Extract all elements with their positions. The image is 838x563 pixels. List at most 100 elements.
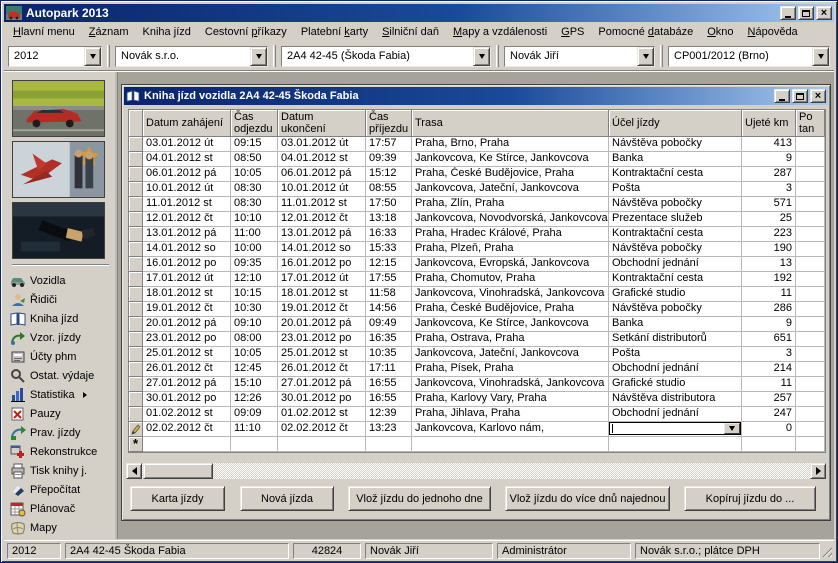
sidebar-item-ucty-phm[interactable]: Účty phm	[10, 348, 76, 366]
cell-purpose[interactable]: Kontraktační cesta	[609, 272, 742, 287]
cell-start-date[interactable]	[143, 437, 231, 452]
header-refuel[interactable]: Potan	[796, 110, 825, 137]
row-selector[interactable]	[129, 272, 143, 287]
cell-purpose[interactable]: Obchodní jednání	[609, 257, 742, 272]
cell-departure-time[interactable]: 12:10	[231, 272, 278, 287]
cell-refuel[interactable]	[796, 362, 825, 377]
cell-start-date[interactable]: 02.02.2012 čt	[143, 422, 231, 437]
menu-item[interactable]: Silniční daň	[375, 24, 446, 40]
cell-end-date[interactable]: 30.01.2012 po	[278, 392, 366, 407]
row-selector[interactable]	[129, 332, 143, 347]
cell-end-date[interactable]: 02.02.2012 čt	[278, 422, 366, 437]
cell-departure-time[interactable]: 09:09	[231, 407, 278, 422]
cell-departure-time[interactable]: 08:30	[231, 182, 278, 197]
cell-start-date[interactable]: 01.02.2012 st	[143, 407, 231, 422]
horizontal-scrollbar[interactable]	[126, 463, 826, 479]
doc-close-button[interactable]: ×	[810, 89, 826, 103]
cell-end-date[interactable]: 11.01.2012 st	[278, 197, 366, 212]
cell-purpose[interactable]: Návštěva pobočky	[609, 302, 742, 317]
cell-km[interactable]: 651	[742, 332, 796, 347]
row-selector[interactable]	[129, 302, 143, 317]
table-row[interactable]: 11.01.2012 st 08:30 11.01.2012 st 17:50 …	[129, 197, 825, 212]
cell-arrival-time[interactable]: 17:11	[366, 362, 412, 377]
cell-start-date[interactable]: 04.01.2012 st	[143, 152, 231, 167]
cell-purpose[interactable]: Banka	[609, 317, 742, 332]
menu-item[interactable]: Platební karty	[294, 24, 375, 40]
cell-km[interactable]: 0	[742, 422, 796, 437]
table-row-new[interactable]: *	[129, 437, 825, 452]
header-row-selector[interactable]	[129, 110, 143, 137]
cell-departure-time[interactable]: 15:10	[231, 377, 278, 392]
cell-end-date[interactable]: 25.01.2012 st	[278, 347, 366, 362]
cell-start-date[interactable]: 18.01.2012 st	[143, 287, 231, 302]
cell-route[interactable]	[412, 437, 609, 452]
cell-km[interactable]: 190	[742, 242, 796, 257]
cell-km[interactable]: 247	[742, 407, 796, 422]
cell-departure-time[interactable]: 10:15	[231, 287, 278, 302]
cell-arrival-time[interactable]: 16:35	[366, 332, 412, 347]
row-selector[interactable]	[129, 362, 143, 377]
cell-refuel[interactable]	[796, 197, 825, 212]
logbook-title-bar[interactable]: Kniha jízd vozidla 2A4 42-45 Škoda Fabia…	[124, 87, 828, 105]
cell-refuel[interactable]	[796, 332, 825, 347]
row-selector[interactable]	[129, 287, 143, 302]
cell-purpose[interactable]: Setkání distributorů	[609, 332, 742, 347]
cell-start-date[interactable]: 03.01.2012 út	[143, 137, 231, 152]
cell-km[interactable]: 25	[742, 212, 796, 227]
cell-refuel[interactable]	[796, 167, 825, 182]
cell-departure-time[interactable]: 10:05	[231, 347, 278, 362]
sidebar-item-statistika[interactable]: Statistika	[10, 386, 87, 404]
cell-purpose[interactable]: Prezentace služeb	[609, 212, 742, 227]
insert-trip-multiple-days-button[interactable]: Vlož jízdu do více dnů najednou	[505, 486, 670, 511]
cell-route[interactable]: Praha, Karlovy Vary, Praha	[412, 392, 609, 407]
cell-arrival-time[interactable]: 09:39	[366, 152, 412, 167]
row-selector[interactable]	[129, 167, 143, 182]
cell-km[interactable]: 3	[742, 347, 796, 362]
menu-item[interactable]: Hlavní menu	[6, 24, 82, 40]
cell-departure-time[interactable]: 10:05	[231, 167, 278, 182]
cell-arrival-time[interactable]: 16:55	[366, 392, 412, 407]
cell-start-date[interactable]: 06.01.2012 pá	[143, 167, 231, 182]
sidebar-item-ostat-vydaje[interactable]: Ostat. výdaje	[10, 367, 94, 385]
table-row[interactable]: 12.01.2012 čt 10:10 12.01.2012 čt 13:18 …	[129, 212, 825, 227]
menu-item[interactable]: Nápověda	[741, 24, 805, 40]
menu-item[interactable]: Kniha jízd	[136, 24, 198, 40]
cell-start-date[interactable]: 17.01.2012 út	[143, 272, 231, 287]
cell-end-date[interactable]: 06.01.2012 pá	[278, 167, 366, 182]
sidebar-item-vozidla[interactable]: Vozidla	[10, 272, 65, 290]
cell-departure-time[interactable]: 12:45	[231, 362, 278, 377]
cell-route[interactable]: Praha, Plzeň, Praha	[412, 242, 609, 257]
cell-refuel[interactable]	[796, 137, 825, 152]
sidebar-item-mapy[interactable]: Mapy	[10, 519, 57, 537]
title-bar[interactable]: Autopark 2013 ×	[4, 4, 834, 22]
cell-route[interactable]: Jankovcova, Ke Stírce, Jankovcova	[412, 152, 609, 167]
cell-km[interactable]: 9	[742, 152, 796, 167]
chevron-down-icon[interactable]	[84, 47, 101, 66]
cell-purpose[interactable]: Návštěva pobočky	[609, 137, 742, 152]
cell-purpose[interactable]	[609, 437, 742, 452]
cell-route[interactable]: Jankovcova, Jateční, Jankovcova	[412, 182, 609, 197]
cell-route[interactable]: Jankovcova, Novodvorská, Jankovcova	[412, 212, 609, 227]
table-row[interactable]: 16.01.2012 po 09:35 16.01.2012 po 12:15 …	[129, 257, 825, 272]
table-row[interactable]: 04.01.2012 st 08:50 04.01.2012 st 09:39 …	[129, 152, 825, 167]
cell-arrival-time[interactable]: 11:58	[366, 287, 412, 302]
table-row[interactable]: 06.01.2012 pá 10:05 06.01.2012 pá 15:12 …	[129, 167, 825, 182]
cell-route[interactable]: Praha, Hradec Králové, Praha	[412, 227, 609, 242]
cell-end-date[interactable]: 26.01.2012 čt	[278, 362, 366, 377]
cell-end-date[interactable]: 20.01.2012 pá	[278, 317, 366, 332]
table-row[interactable]: 10.01.2012 út 08:30 10.01.2012 út 08:55 …	[129, 182, 825, 197]
sidebar-item-pauzy[interactable]: Pauzy	[10, 405, 61, 423]
row-selector[interactable]	[129, 182, 143, 197]
header-end-date[interactable]: Datumukončení	[278, 110, 366, 137]
cell-arrival-time[interactable]: 15:33	[366, 242, 412, 257]
cell-departure-time[interactable]: 08:30	[231, 197, 278, 212]
cell-arrival-time[interactable]: 12:39	[366, 407, 412, 422]
cell-km[interactable]: 287	[742, 167, 796, 182]
cell-purpose[interactable]: Obchodní jednání	[609, 362, 742, 377]
trip-card-button[interactable]: Karta jízdy	[130, 486, 225, 511]
cell-arrival-time[interactable]: 17:57	[366, 137, 412, 152]
cell-route[interactable]: Praha, Zlín, Praha	[412, 197, 609, 212]
cell-refuel[interactable]	[796, 317, 825, 332]
cell-refuel[interactable]	[796, 287, 825, 302]
table-row[interactable]: 18.01.2012 st 10:15 18.01.2012 st 11:58 …	[129, 287, 825, 302]
